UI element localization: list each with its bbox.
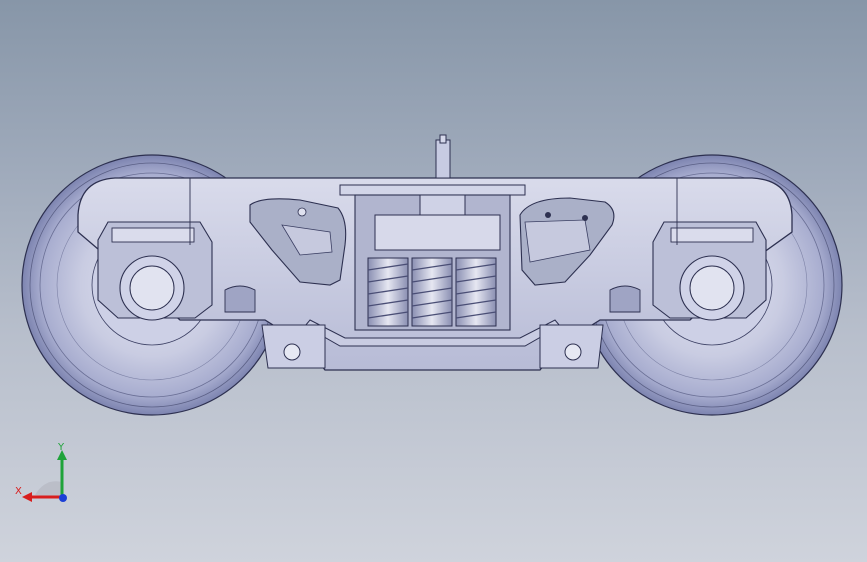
triad-graphic xyxy=(22,450,67,502)
x-axis-label: X xyxy=(15,486,22,497)
y-axis-label: Y xyxy=(58,442,65,453)
center-pin xyxy=(435,134,451,179)
spring-center xyxy=(411,257,453,327)
cad-graphics-viewport[interactable]: X Y xyxy=(0,0,867,562)
right-bearing-adapter xyxy=(652,221,767,321)
spring-right xyxy=(455,257,497,327)
reference-triad: X Y xyxy=(10,440,80,510)
left-bearing-adapter xyxy=(97,221,213,321)
bogie-model[interactable] xyxy=(0,0,867,562)
spring-left xyxy=(367,257,409,327)
